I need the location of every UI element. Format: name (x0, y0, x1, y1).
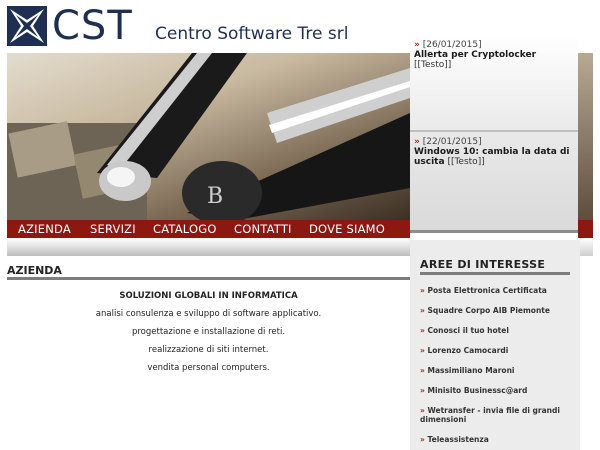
aree-link[interactable]: » Wetransfer - invia file di grandi dime… (420, 406, 580, 424)
hero-image: B (7, 53, 410, 220)
double-chevron-right-icon: » (420, 306, 425, 315)
svg-text:B: B (207, 184, 223, 209)
news-title: Windows 10: cambia la data di uscita (414, 147, 570, 167)
aree-link[interactable]: » Squadre Corpo AIB Piemonte (420, 306, 580, 315)
section-text-line: vendita personal computers. (147, 363, 270, 373)
double-chevron-right-icon: » (420, 366, 425, 375)
section-headline: SOLUZIONI GLOBALI IN INFORMATICA (119, 291, 298, 301)
aree-link-label: Massimiliano Maroni (427, 366, 515, 375)
aree-link-label: Lorenzo Camocardi (427, 346, 509, 355)
aree-link-label: Conosci il tuo hotel (427, 326, 509, 335)
double-chevron-right-icon: » (420, 435, 425, 444)
menu-item-dove-siamo[interactable]: DOVE SIAMO (309, 222, 385, 236)
menu-shadow-band (7, 238, 410, 256)
news-date: [22/01/2015] (422, 137, 482, 147)
double-chevron-right-icon: » (420, 346, 425, 355)
section-text-line: realizzazione di siti internet. (148, 345, 269, 355)
news-item: » [26/01/2015] Allerta per Cryptolocker … (414, 40, 576, 70)
aree-link-label: Posta Elettronica Certificata (427, 286, 547, 295)
news-date: [26/01/2015] (422, 40, 482, 50)
double-chevron-right-icon: » (420, 406, 425, 415)
menu-item-servizi[interactable]: SERVIZI (90, 222, 136, 236)
aree-link-label: Squadre Corpo AIB Piemonte (427, 306, 550, 315)
menu-item-catalogo[interactable]: CATALOGO (153, 222, 217, 236)
section-title-underline (7, 277, 410, 280)
aree-link-label: Teleassistenza (427, 435, 489, 444)
section-title: AZIENDA (7, 264, 62, 277)
aree-link-label: Minisito Businessc@ard (427, 386, 528, 395)
aree-link[interactable]: » Massimiliano Maroni (420, 366, 580, 375)
main-menu: AZIENDA SERVIZI CATALOGO CONTATTI DOVE S… (7, 220, 410, 238)
double-chevron-right-icon: » (420, 286, 425, 295)
menu-shadow-band-edge (578, 238, 593, 256)
double-chevron-right-icon: » (414, 40, 420, 50)
aree-title-underline (420, 272, 570, 275)
double-chevron-right-icon: » (420, 386, 425, 395)
double-chevron-right-icon: » (420, 326, 425, 335)
logo-text[interactable]: CST (52, 4, 133, 48)
menu-item-contatti[interactable]: CONTATTI (234, 222, 292, 236)
hero-image-edge (578, 53, 593, 220)
aree-link[interactable]: » Posta Elettronica Certificata (420, 286, 580, 295)
aree-link[interactable]: » Lorenzo Camocardi (420, 346, 580, 355)
aree-link[interactable]: » Conosci il tuo hotel (420, 326, 580, 335)
news-title: Allerta per Cryptolocker (414, 50, 537, 60)
news-divider (410, 130, 578, 132)
company-name: Centro Software Tre srl (155, 24, 349, 44)
aree-title: AREE DI INTERESSE (420, 258, 546, 271)
news-text-link[interactable]: [[Testo]] (447, 157, 484, 167)
section-text-line: progettazione e installazione di reti. (131, 327, 286, 337)
aree-link[interactable]: » Teleassistenza (420, 435, 580, 444)
menu-bar-edge (578, 220, 593, 238)
cst-logo-icon[interactable] (7, 6, 47, 46)
news-text-link[interactable]: [[Testo]] (414, 60, 451, 70)
menu-item-azienda[interactable]: AZIENDA (18, 222, 71, 236)
aree-link-label: Wetransfer - invia file di grandi dimens… (420, 406, 560, 424)
news-item: » [22/01/2015] Windows 10: cambia la dat… (414, 137, 576, 167)
section-text-line: analisi consulenza e sviluppo di softwar… (95, 309, 322, 319)
news-panel-bottom-border (410, 230, 578, 233)
aree-link[interactable]: » Minisito Businessc@ard (420, 386, 580, 395)
double-chevron-right-icon: » (414, 137, 420, 147)
